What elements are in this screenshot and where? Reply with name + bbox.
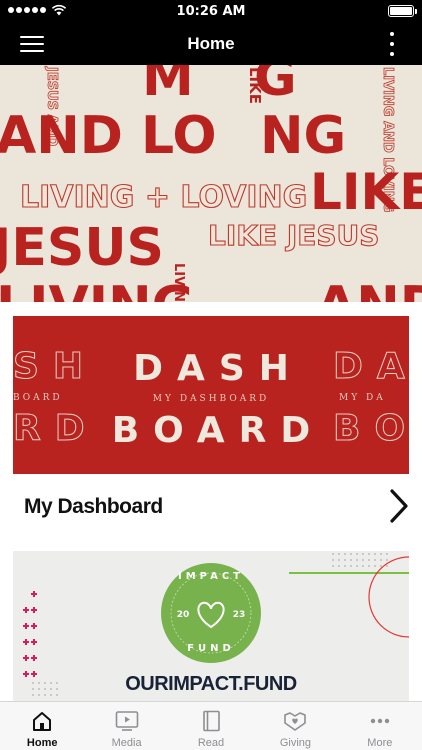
dashboard-graphic-board: BOARD <box>111 410 325 451</box>
dashboard-graphic-dash: DASH <box>133 348 303 389</box>
tab-home[interactable]: Home <box>0 702 84 750</box>
hero-text: LIVING + LOVING <box>20 180 307 215</box>
hero-banner-living-loving-like-jesus[interactable]: M G JESUS AND LIKE LIVING AND LOVING AND… <box>0 65 422 302</box>
status-time: 10:26 AM <box>176 4 246 19</box>
red-arc <box>368 556 409 638</box>
page-title: Home <box>187 34 235 53</box>
status-bar: 10:26 AM <box>0 0 422 22</box>
bottom-tab-bar: Home Media Read Giving More <box>0 701 422 750</box>
dashboard-graphic-subtitle: MY DASHBOARD <box>152 394 270 404</box>
badge-year-left: 20 <box>177 610 190 620</box>
book-icon <box>203 710 220 732</box>
hero-text: AND <box>316 276 422 302</box>
handshake-heart-icon <box>284 712 307 731</box>
hero-text: NG <box>260 106 346 166</box>
badge-text-bottom: FUND <box>187 643 235 654</box>
tab-label: Giving <box>279 737 312 749</box>
hero-text: LIKE JESUS <box>310 163 422 221</box>
tab-label: Home <box>26 737 58 749</box>
my-dashboard-label: My Dashboard <box>24 495 163 518</box>
hero-text: LIKE <box>246 67 264 104</box>
tv-play-icon <box>115 711 138 731</box>
hero-text: LIKE JESUS <box>208 219 379 252</box>
chevron-right-icon <box>390 489 408 523</box>
hero-text: JESUS <box>0 218 164 278</box>
home-icon <box>33 712 52 731</box>
badge-year-right: 23 <box>233 610 246 620</box>
battery-icon <box>388 5 417 17</box>
hero-text: M <box>142 65 194 108</box>
tab-label: Media <box>111 737 142 749</box>
plus-pattern <box>23 591 37 677</box>
battery-level <box>390 7 412 15</box>
tab-label: More <box>367 737 393 749</box>
top-navigation-bar: Home <box>0 22 422 65</box>
hero-text: AND LO <box>0 106 217 166</box>
tab-media[interactable]: Media <box>84 702 168 750</box>
impact-fund-card[interactable]: IMPACT 20 23 FUND OURIMPACT.FUND <box>13 551 409 701</box>
my-dashboard-row[interactable]: My Dashboard <box>0 474 422 540</box>
badge-text-top: IMPACT <box>178 571 244 582</box>
tab-label: Read <box>197 737 225 749</box>
dashboard-card-image[interactable]: SH DA BOARD MY DA RD BO DASH MY DASHBOAR… <box>13 316 409 474</box>
hero-text: LIVING <box>0 276 194 302</box>
vertical-ellipsis-icon[interactable] <box>388 32 396 56</box>
impact-fund-wordmark: OURIMPACT.FUND <box>125 673 297 695</box>
impact-fund-badge: IMPACT 20 23 FUND <box>161 563 261 663</box>
more-dots-icon <box>370 718 390 724</box>
hero-graphic: M G JESUS AND LIKE LIVING AND LOVING AND… <box>0 65 422 302</box>
tab-read[interactable]: Read <box>169 702 253 750</box>
tab-more[interactable]: More <box>338 702 422 750</box>
tab-giving[interactable]: Giving <box>253 702 337 750</box>
